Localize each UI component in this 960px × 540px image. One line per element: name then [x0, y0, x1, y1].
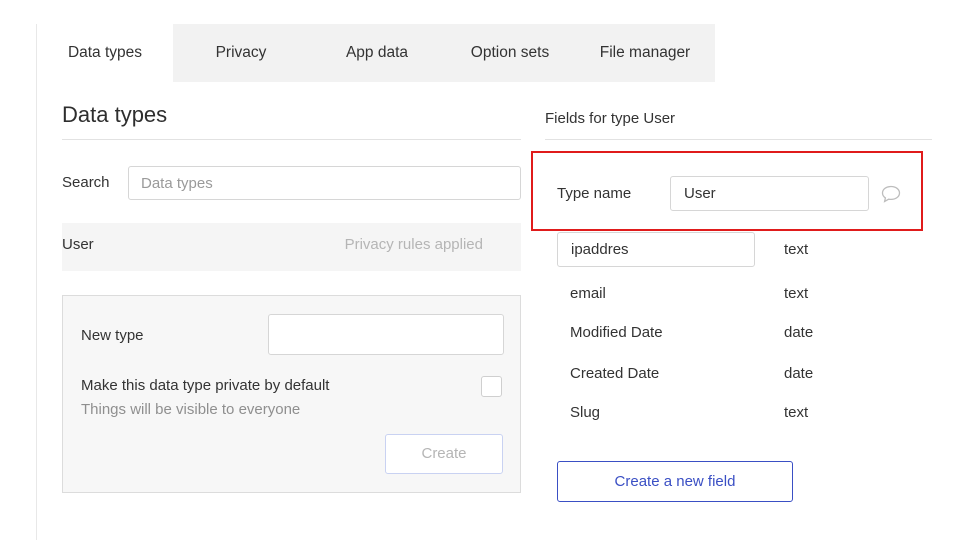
type-name-label: Type name: [557, 185, 632, 202]
create-new-field-button[interactable]: Create a new field: [557, 461, 793, 502]
field-type: date: [784, 365, 814, 382]
data-type-row-user[interactable]: User Privacy rules applied: [62, 223, 521, 271]
page-title: Data types: [62, 102, 168, 127]
field-row[interactable]: email text: [557, 276, 937, 312]
field-name-input[interactable]: ipaddres: [557, 232, 755, 267]
content-left-border: [36, 24, 37, 540]
divider: [62, 139, 521, 140]
type-name-input[interactable]: User: [670, 176, 869, 211]
fields-panel-title: Fields for type User: [545, 110, 676, 127]
field-type: date: [784, 324, 814, 341]
new-type-label: New type: [81, 327, 144, 344]
new-type-input[interactable]: [268, 314, 504, 355]
search-input[interactable]: [128, 166, 521, 200]
field-row[interactable]: Created Date date: [557, 356, 937, 392]
divider: [545, 139, 932, 140]
tab-file-manager[interactable]: File manager: [575, 24, 715, 82]
field-name: Slug: [570, 404, 601, 421]
data-type-name: User: [62, 236, 94, 253]
field-type: text: [784, 285, 809, 302]
field-row[interactable]: Modified Date date: [557, 315, 937, 351]
private-default-checkbox[interactable]: [481, 376, 502, 397]
tab-privacy[interactable]: Privacy: [173, 24, 309, 82]
tab-bar: Data types Privacy App data Option sets …: [37, 24, 715, 82]
tab-option-sets[interactable]: Option sets: [445, 24, 575, 82]
tab-data-types[interactable]: Data types: [37, 24, 173, 82]
field-row[interactable]: Slug text: [557, 395, 937, 431]
create-type-button[interactable]: Create: [385, 434, 503, 474]
new-type-panel: New type Make this data type private by …: [62, 295, 521, 493]
field-row[interactable]: ipaddres text: [557, 232, 937, 268]
privacy-status-label: Privacy rules applied: [344, 236, 483, 253]
search-label: Search: [62, 174, 110, 191]
field-name: Modified Date: [570, 324, 663, 341]
tab-app-data[interactable]: App data: [309, 24, 445, 82]
field-type: text: [784, 404, 809, 421]
speech-bubble-icon[interactable]: [880, 184, 902, 204]
field-type: text: [784, 241, 809, 258]
private-default-label: Make this data type private by default: [81, 377, 330, 394]
field-name: email: [570, 285, 606, 302]
private-default-hint: Things will be visible to everyone: [81, 401, 301, 418]
field-name: Created Date: [570, 365, 660, 382]
